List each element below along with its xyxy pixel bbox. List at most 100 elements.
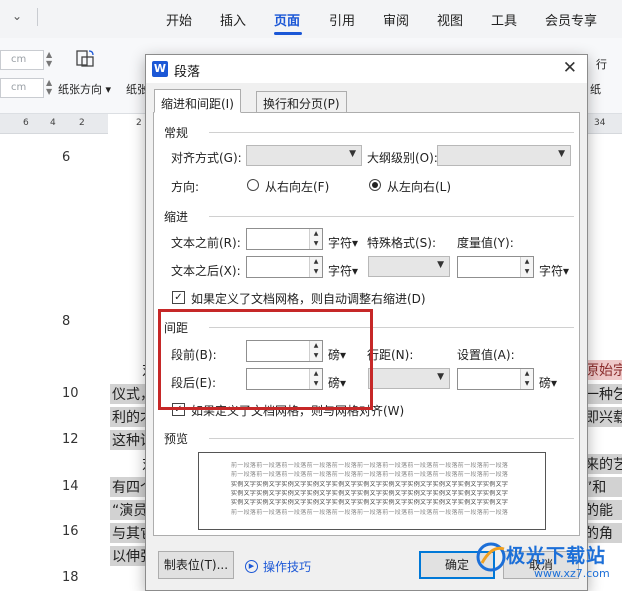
section-divider: [209, 438, 574, 439]
auto-adjust-label[interactable]: 如果定义了文档网格，则自动调整右缩进(D): [191, 290, 426, 307]
watermark-name: 极光下载站: [506, 545, 607, 567]
wps-writer-icon: W: [152, 61, 168, 77]
preview-sample-text: 实例文字实例文字实例文字实例文字实例文字实例文字实例文字实例文字实例文字实例文字…: [231, 490, 509, 497]
tab-view[interactable]: 视图: [437, 10, 463, 29]
ruler-number: 4: [50, 118, 56, 128]
section-preview-title: 预览: [164, 430, 193, 447]
spin-up-icon: ▲: [524, 258, 530, 265]
ribbon-partial-label: 行: [596, 58, 607, 71]
rtl-radio[interactable]: [247, 179, 259, 191]
ruler-number: 2: [136, 118, 142, 128]
dialog-title-bar[interactable]: W 段落 ✕: [146, 55, 587, 83]
dropdown-arrow-icon: ▼: [437, 260, 444, 270]
play-icon[interactable]: ▶: [245, 560, 258, 573]
tab-line-page-break[interactable]: 换行和分页(P): [256, 91, 347, 113]
preview-prev-paragraph: 前一段落前一段落前一段落前一段落前一段落前一段落前一段落前一段落前一段落前一段落…: [231, 462, 509, 469]
section-general-title: 常规: [164, 124, 193, 141]
spin-down-icon: ▼: [313, 240, 319, 247]
spin-down-icon: ▼: [524, 380, 530, 387]
ribbon-tab-bar: ⌄ 开始 插入 页面 引用 审阅 视图 工具 会员专享: [0, 0, 622, 38]
spin-buttons[interactable]: ▲ ▼: [520, 369, 533, 389]
ribbon-partial-label: 纸: [590, 83, 601, 96]
dialog-title: 段落: [174, 65, 201, 80]
tab-indent-spacing[interactable]: 缩进和间距(I): [154, 89, 241, 113]
spin-buttons[interactable]: ▲ ▼: [309, 229, 322, 249]
tips-link[interactable]: 操作技巧: [263, 558, 311, 575]
tab-page[interactable]: 页面: [274, 10, 300, 29]
ruler-number: 34: [594, 118, 606, 128]
tab-tools[interactable]: 工具: [491, 10, 517, 29]
preview-next-paragraph: 前一段落前一段落前一段落前一段落前一段落前一段落前一段落前一段落前一段落前一段落…: [231, 509, 509, 516]
outline-level-select[interactable]: ▼: [437, 145, 571, 166]
measure-label: 度量值(Y):: [457, 236, 514, 250]
doc-text-fragment: ”和: [585, 477, 622, 497]
line-spacing-select[interactable]: ▼: [368, 368, 450, 389]
indent-before-unit-select[interactable]: 字符▾: [328, 234, 358, 251]
ruler-number: 6: [23, 118, 29, 128]
spin-buttons[interactable]: ▲ ▼: [520, 257, 533, 277]
paper-orientation-icon[interactable]: [74, 48, 96, 70]
separator: [37, 8, 38, 26]
special-format-select[interactable]: ▼: [368, 256, 450, 277]
indent-before-input[interactable]: ▲ ▼: [246, 228, 323, 250]
doc-text-fragment: 的能: [585, 500, 622, 520]
section-divider: [209, 216, 574, 217]
rtl-label[interactable]: 从右向左(F): [265, 178, 329, 195]
chevron-down-icon[interactable]: ⌄: [12, 9, 22, 23]
spin-arrows-icon[interactable]: ▲ ▼: [46, 50, 52, 68]
paper-orientation-label[interactable]: 纸张方向 ▾: [58, 81, 111, 97]
tab-member[interactable]: 会员专享: [545, 10, 597, 29]
spacing-highlight-box: [158, 309, 373, 410]
line-spacing-label: 行距(N):: [367, 348, 414, 362]
spin-down-icon: ▼: [524, 268, 530, 275]
dropdown-arrow-icon: ▼: [349, 149, 356, 159]
line-number: 6: [62, 150, 71, 165]
setting-value-label: 设置值(A):: [457, 348, 515, 362]
preview-prev-paragraph: 前一段落前一段落前一段落前一段落前一段落前一段落前一段落前一段落前一段落前一段落…: [231, 471, 509, 478]
ltr-radio[interactable]: [369, 179, 381, 191]
indent-after-unit-select[interactable]: 字符▾: [328, 262, 358, 279]
active-tab-indicator: [274, 32, 302, 35]
watermark-url: www.xz7.com: [534, 567, 610, 580]
line-number: 16: [62, 524, 79, 539]
doc-text-fragment: “演员: [110, 500, 150, 520]
spin-buttons[interactable]: ▲ ▼: [309, 257, 322, 277]
section-divider: [209, 132, 574, 133]
paragraph-preview: 前一段落前一段落前一段落前一段落前一段落前一段落前一段落前一段落前一段落前一段落…: [198, 452, 546, 530]
line-number: 8: [62, 314, 71, 329]
indent-after-input[interactable]: ▲ ▼: [246, 256, 323, 278]
spin-arrows-icon[interactable]: ▲ ▼: [46, 78, 52, 96]
measure-input[interactable]: ▲ ▼: [457, 256, 534, 278]
ltr-label[interactable]: 从左向右(L): [387, 178, 451, 195]
spin-up-icon: ▲: [313, 258, 319, 265]
direction-label: 方向:: [171, 180, 200, 194]
indent-before-label: 文本之前(R):: [171, 236, 241, 250]
ruler-page-area: [108, 114, 148, 134]
outline-level-label: 大纲级别(O):: [367, 151, 438, 165]
doc-text-fragment: 来的艺: [585, 454, 622, 474]
doc-text-fragment: 原始宗: [585, 360, 622, 380]
setting-unit-select[interactable]: 磅▾: [539, 374, 557, 391]
special-format-label: 特殊格式(S):: [367, 236, 437, 250]
alignment-select[interactable]: ▼: [246, 145, 362, 166]
close-icon[interactable]: ✕: [563, 58, 577, 78]
measure-unit-select[interactable]: 字符▾: [539, 262, 569, 279]
section-indent-title: 缩进: [164, 208, 193, 225]
margin-top-input[interactable]: cm: [0, 50, 44, 70]
ruler-number: 2: [79, 118, 85, 128]
margin-bottom-input[interactable]: cm: [0, 78, 44, 98]
tab-insert[interactable]: 插入: [220, 10, 246, 29]
dropdown-arrow-icon: ▼: [558, 149, 565, 159]
line-number: 18: [62, 570, 79, 585]
tab-reference[interactable]: 引用: [329, 10, 355, 29]
spin-up-icon: ▲: [524, 370, 530, 377]
setting-value-input[interactable]: ▲ ▼: [457, 368, 534, 390]
tab-review[interactable]: 审阅: [383, 10, 409, 29]
doc-text-fragment: 即兴载: [585, 407, 622, 427]
line-number: 10: [62, 386, 79, 401]
spin-down-icon: ▼: [313, 268, 319, 275]
auto-adjust-checkbox[interactable]: ✓: [172, 291, 185, 304]
tab-stops-button[interactable]: 制表位(T)...: [158, 551, 234, 579]
line-number: 14: [62, 479, 79, 494]
tab-home[interactable]: 开始: [166, 10, 192, 29]
